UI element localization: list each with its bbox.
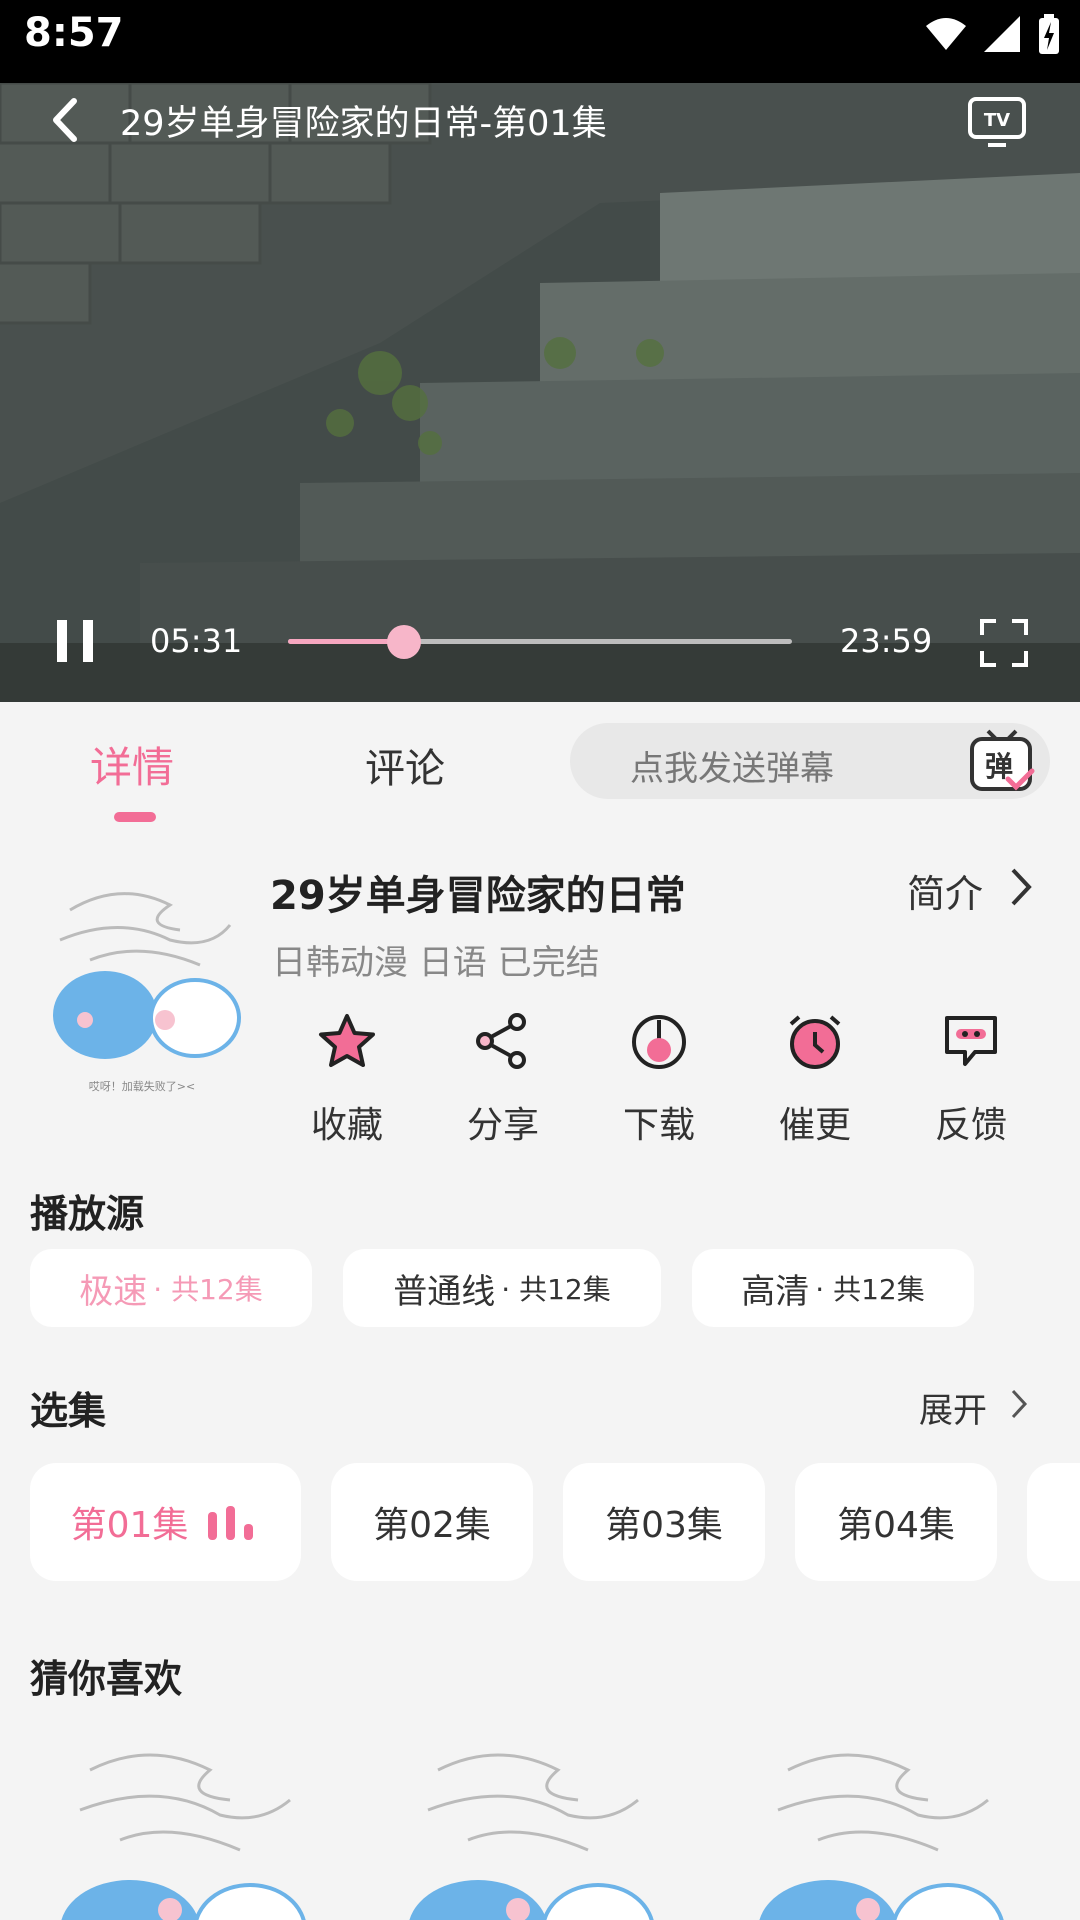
chevron-right-icon[interactable] <box>1008 1388 1030 1420</box>
feedback-icon <box>945 1016 997 1066</box>
feedback-button[interactable]: 反馈 <box>896 1012 1046 1148</box>
svg-text:TV: TV <box>984 110 1010 131</box>
danmaku-input[interactable]: 点我发送弹幕 弹 <box>570 723 1050 799</box>
recommend-title: 猜你喜欢 <box>30 1657 183 1701</box>
alarm-icon <box>789 1015 841 1069</box>
source-chip-normal[interactable]: 普通线 · 共12集 <box>343 1249 661 1327</box>
download-icon <box>632 1015 686 1069</box>
urge-update-button[interactable]: 催更 <box>740 1012 890 1148</box>
status-time: 8:57 <box>24 10 124 56</box>
back-icon[interactable] <box>46 95 86 145</box>
source-chip-hd[interactable]: 高清 · 共12集 <box>692 1249 974 1327</box>
episode-chip-04[interactable]: 第04集 <box>795 1463 997 1581</box>
share-icon <box>476 1013 526 1069</box>
urge-update-label: 催更 <box>778 1105 851 1146</box>
source-count: · 共12集 <box>153 1273 263 1306</box>
recommend-thumbnail[interactable] <box>398 1740 678 1920</box>
danmaku-placeholder: 点我发送弹幕 <box>630 749 834 789</box>
danmaku-send-icon[interactable]: 弹 <box>968 729 1036 795</box>
status-icons <box>924 12 1062 56</box>
anime-meta: 日韩动漫 日语 已完结 <box>272 943 600 983</box>
pause-icon[interactable] <box>55 618 95 664</box>
total-time: 23:59 <box>840 622 933 660</box>
status-bar: 8:57 <box>0 0 1080 83</box>
share-label: 分享 <box>466 1105 539 1146</box>
signal-icon <box>984 16 1020 52</box>
download-button[interactable]: 下载 <box>584 1012 734 1148</box>
feedback-label: 反馈 <box>934 1105 1007 1146</box>
episode-chip-02[interactable]: 第02集 <box>331 1463 533 1581</box>
battery-icon <box>1039 14 1059 54</box>
collect-button[interactable]: 收藏 <box>272 1012 422 1148</box>
source-chip-fast[interactable]: 极速 · 共12集 <box>30 1249 312 1327</box>
tv-cast-icon[interactable]: TV <box>966 93 1028 149</box>
current-time: 05:31 <box>150 622 243 660</box>
download-label: 下载 <box>622 1105 695 1146</box>
collect-label: 收藏 <box>310 1105 383 1146</box>
anime-title: 29岁单身冒险家的日常 <box>270 873 686 919</box>
video-frame <box>0 83 1080 702</box>
episode-label: 第02集 <box>373 1505 491 1546</box>
sources-title: 播放源 <box>30 1192 145 1236</box>
episode-chip-01[interactable]: 第01集 <box>30 1463 301 1581</box>
recommend-thumbnail[interactable] <box>50 1740 330 1920</box>
tab-comments[interactable]: 评论 <box>365 736 445 794</box>
source-name: 极速 <box>79 1271 148 1312</box>
fullscreen-icon[interactable] <box>980 619 1028 667</box>
load-fail-text: 哎呀！加载失败了>< <box>89 1079 195 1093</box>
wifi-icon <box>926 18 966 50</box>
chevron-right-icon[interactable] <box>1005 866 1035 908</box>
source-count: · 共12集 <box>815 1273 925 1306</box>
episode-chip-partial[interactable] <box>1027 1463 1080 1581</box>
playing-indicator-icon <box>208 1506 254 1540</box>
expand-link[interactable]: 展开 <box>919 1383 987 1432</box>
tab-indicator <box>114 812 156 822</box>
share-button[interactable]: 分享 <box>428 1012 578 1148</box>
intro-link[interactable]: 简介 <box>907 863 983 918</box>
episode-label: 第01集 <box>70 1505 189 1546</box>
star-icon <box>319 1014 375 1067</box>
episode-label: 第03集 <box>605 1505 723 1546</box>
cover-placeholder-image: 哎呀！加载失败了>< <box>53 892 241 1093</box>
tab-details[interactable]: 详情 <box>90 734 174 795</box>
episodes-title: 选集 <box>30 1389 107 1433</box>
source-name: 高清 <box>741 1271 810 1312</box>
source-name: 普通线 <box>393 1271 496 1312</box>
recommend-thumbnail[interactable] <box>748 1740 1028 1920</box>
episode-label: 第04集 <box>837 1505 955 1546</box>
progress-thumb[interactable] <box>386 625 421 659</box>
episode-chip-03[interactable]: 第03集 <box>563 1463 765 1581</box>
source-count: · 共12集 <box>501 1273 611 1306</box>
video-player[interactable]: TV <box>0 83 1080 702</box>
video-title: 29岁单身冒险家的日常-第01集 <box>120 104 607 144</box>
